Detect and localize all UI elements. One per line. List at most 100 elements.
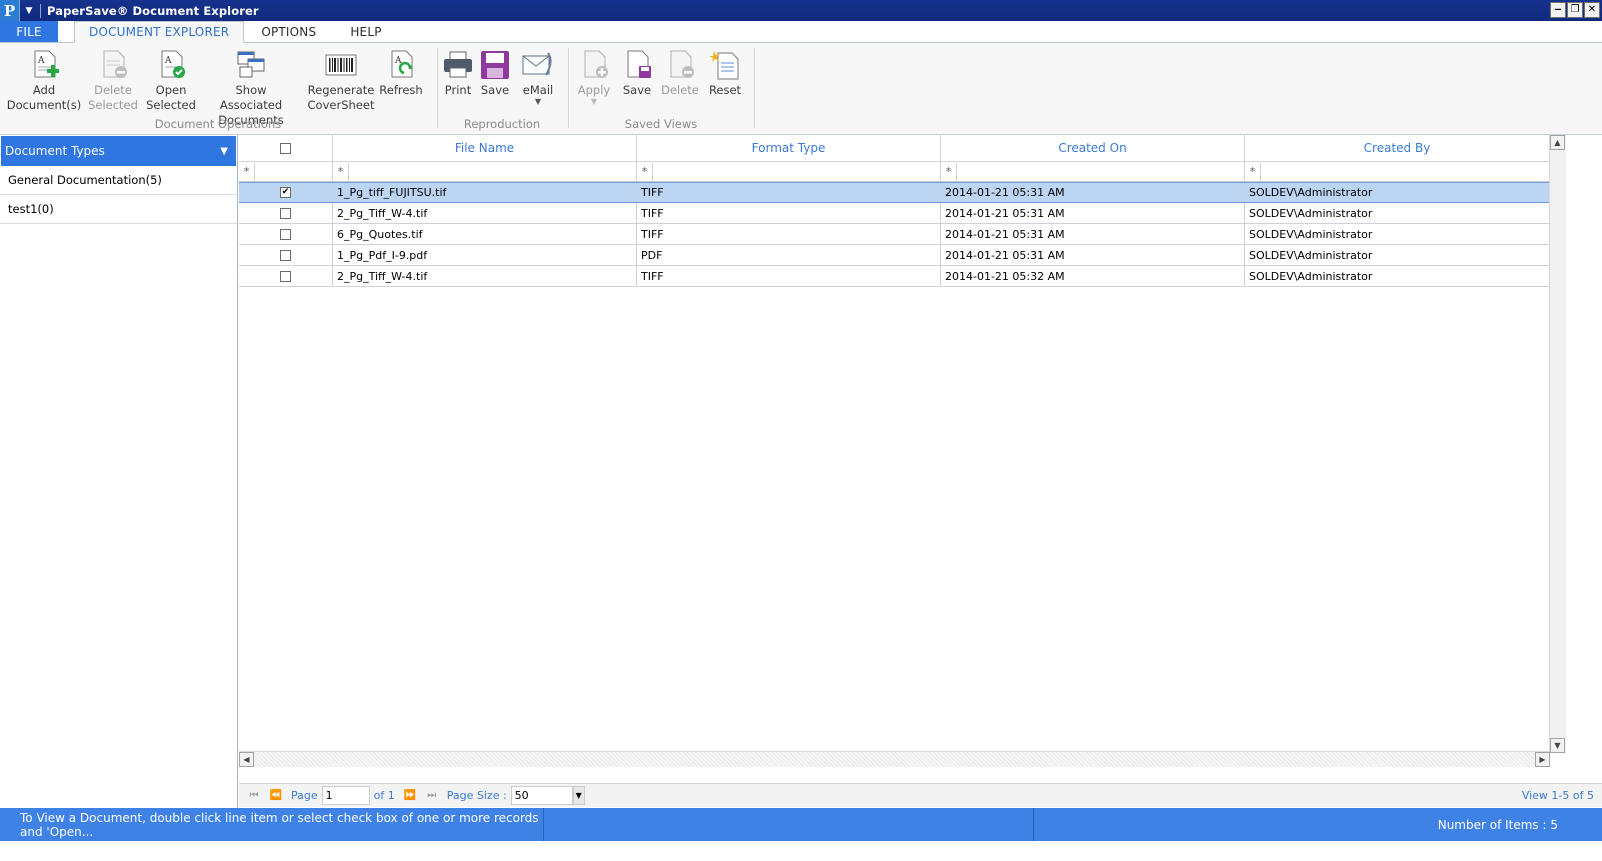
document-types-panel: Document Types ▼ General Documentation(5…: [0, 135, 238, 825]
filter-operator[interactable]: *: [1245, 162, 1261, 181]
apply-view-icon: [584, 50, 608, 78]
last-page-icon[interactable]: ⏭: [421, 790, 443, 801]
add-documents-label-2: Document(s): [6, 98, 82, 112]
regenerate-coversheet-button[interactable]: Regenerate CoverSheet: [303, 49, 379, 113]
tab-file[interactable]: FILE: [0, 21, 58, 42]
row-checkbox[interactable]: [280, 249, 291, 261]
table-row[interactable]: ✔ 1_Pg_tiff_FUJITSU.tif TIFF 2014-01-21 …: [239, 182, 1550, 203]
scroll-right-arrow-icon[interactable]: ▶: [1535, 752, 1550, 767]
refresh-icon: A: [391, 50, 413, 78]
cell-created-on: 2014-01-21 05:31 AM: [941, 203, 1245, 223]
select-all-checkbox[interactable]: [280, 142, 291, 154]
email-dropdown-icon[interactable]: ▼: [514, 98, 562, 106]
email-icon: [522, 52, 552, 76]
print-button[interactable]: Print: [438, 49, 478, 98]
regenerate-label-2: CoverSheet: [307, 98, 375, 112]
open-document-icon: A: [161, 50, 185, 78]
previous-page-icon[interactable]: ⏪: [265, 790, 287, 801]
status-bar: To View a Document, double click line it…: [0, 808, 1602, 841]
filter-cell-file-name[interactable]: *: [333, 162, 637, 182]
table-row[interactable]: 2_Pg_Tiff_W-4.tif TIFF 2014-01-21 05:31 …: [239, 203, 1550, 224]
reset-view-button[interactable]: Reset: [703, 49, 747, 98]
page-count-label: of 1: [373, 789, 395, 802]
row-checkbox[interactable]: [280, 228, 291, 240]
ribbon: A Add Document(s) Delete Selected A Open…: [0, 43, 1602, 135]
table-row[interactable]: 2_Pg_Tiff_W-4.tif TIFF 2014-01-21 05:32 …: [239, 266, 1550, 287]
tab-document-explorer[interactable]: DOCUMENT EXPLORER: [74, 21, 245, 43]
floppy-disk-icon: [481, 51, 509, 79]
delete-view-button[interactable]: Delete: [658, 49, 702, 98]
save-view-button[interactable]: Save: [618, 49, 656, 98]
document-type-item[interactable]: test1(0): [0, 195, 237, 224]
column-header-created-by[interactable]: Created By: [1245, 135, 1550, 162]
associated-documents-icon: [237, 51, 265, 78]
email-label: eMail: [522, 83, 554, 97]
row-select-cell[interactable]: ✔: [239, 183, 333, 202]
add-documents-button[interactable]: A Add Document(s): [6, 49, 82, 113]
close-button[interactable]: ✕: [1584, 2, 1600, 18]
email-button[interactable]: eMail ▼: [514, 49, 562, 106]
row-select-cell[interactable]: [239, 245, 333, 265]
filter-cell-created-by[interactable]: *: [1245, 162, 1550, 182]
minimize-button[interactable]: ‒: [1550, 2, 1566, 18]
table-row[interactable]: 1_Pg_Pdf_I-9.pdf PDF 2014-01-21 05:31 AM…: [239, 245, 1550, 266]
status-hint: To View a Document, double click line it…: [20, 810, 539, 839]
save-view-icon: [627, 50, 651, 78]
column-header-format-type[interactable]: Format Type: [637, 135, 941, 162]
delete-selected-label-1: Delete: [94, 83, 132, 97]
apply-dropdown-icon[interactable]: ▼: [575, 98, 613, 106]
scroll-up-arrow-icon[interactable]: ▲: [1550, 135, 1565, 150]
column-header-file-name[interactable]: File Name: [333, 135, 637, 162]
document-operations-group: A Add Document(s) Delete Selected A Open…: [0, 43, 436, 133]
save-button[interactable]: Save: [476, 49, 514, 98]
page-size-dropdown-icon[interactable]: ▼: [572, 786, 585, 805]
horizontal-scrollbar[interactable]: ◀ ▶: [239, 751, 1550, 767]
refresh-button[interactable]: A Refresh: [376, 49, 426, 98]
restore-button[interactable]: ❐: [1567, 2, 1583, 18]
app-logo-icon[interactable]: P: [0, 0, 20, 21]
filter-operator[interactable]: *: [333, 162, 349, 181]
row-select-cell[interactable]: [239, 266, 333, 286]
column-header-created-on[interactable]: Created On: [941, 135, 1245, 162]
delete-view-icon: [670, 50, 694, 78]
tab-help[interactable]: HELP: [333, 21, 398, 42]
filter-operator[interactable]: *: [941, 162, 957, 181]
row-checkbox[interactable]: [280, 270, 291, 282]
cell-created-by: SOLDEV\Administrator: [1245, 245, 1550, 265]
open-selected-button[interactable]: A Open Selected: [142, 49, 200, 113]
row-select-cell[interactable]: [239, 203, 333, 223]
next-page-icon[interactable]: ⏩: [399, 790, 421, 801]
tab-options[interactable]: OPTIONS: [244, 21, 333, 42]
cell-file-name: 6_Pg_Quotes.tif: [333, 224, 637, 244]
apply-view-button[interactable]: Apply ▼: [575, 49, 613, 106]
row-checkbox[interactable]: [280, 207, 291, 219]
page-number-input[interactable]: [321, 786, 370, 805]
save-label: Save: [480, 83, 510, 97]
delete-selected-button[interactable]: Delete Selected: [84, 49, 142, 113]
row-checkbox[interactable]: ✔: [280, 187, 291, 198]
quick-access-dropdown-icon[interactable]: ▼: [20, 0, 38, 21]
row-select-cell[interactable]: [239, 224, 333, 244]
saved-views-label: Saved Views: [624, 117, 698, 131]
vertical-scrollbar[interactable]: ▲ ▼: [1549, 135, 1566, 753]
first-page-icon[interactable]: ⏮: [243, 790, 265, 801]
scroll-down-arrow-icon[interactable]: ▼: [1550, 738, 1565, 753]
filter-operator[interactable]: *: [239, 162, 255, 181]
pin-icon[interactable]: ▼: [220, 146, 228, 157]
filter-cell-select[interactable]: *: [239, 162, 333, 182]
page-size-input[interactable]: [510, 786, 573, 805]
scroll-left-arrow-icon[interactable]: ◀: [239, 752, 254, 767]
table-row[interactable]: 6_Pg_Quotes.tif TIFF 2014-01-21 05:31 AM…: [239, 224, 1550, 245]
filter-operator[interactable]: *: [637, 162, 653, 181]
page-size-select[interactable]: ▼: [510, 786, 585, 805]
cell-format-type: TIFF: [637, 266, 941, 286]
cell-created-on: 2014-01-21 05:31 AM: [941, 224, 1245, 244]
regenerate-label-1: Regenerate: [307, 83, 375, 97]
document-type-item[interactable]: General Documentation(5): [0, 166, 237, 195]
documents-grid: File Name Format Type Created On Created…: [239, 135, 1602, 783]
status-empty-segment: [544, 808, 1034, 841]
ribbon-separator: [754, 48, 755, 128]
filter-cell-format-type[interactable]: *: [637, 162, 941, 182]
ribbon-tabs: FILE DOCUMENT EXPLORER OPTIONS HELP: [0, 21, 1602, 43]
filter-cell-created-on[interactable]: *: [941, 162, 1245, 182]
